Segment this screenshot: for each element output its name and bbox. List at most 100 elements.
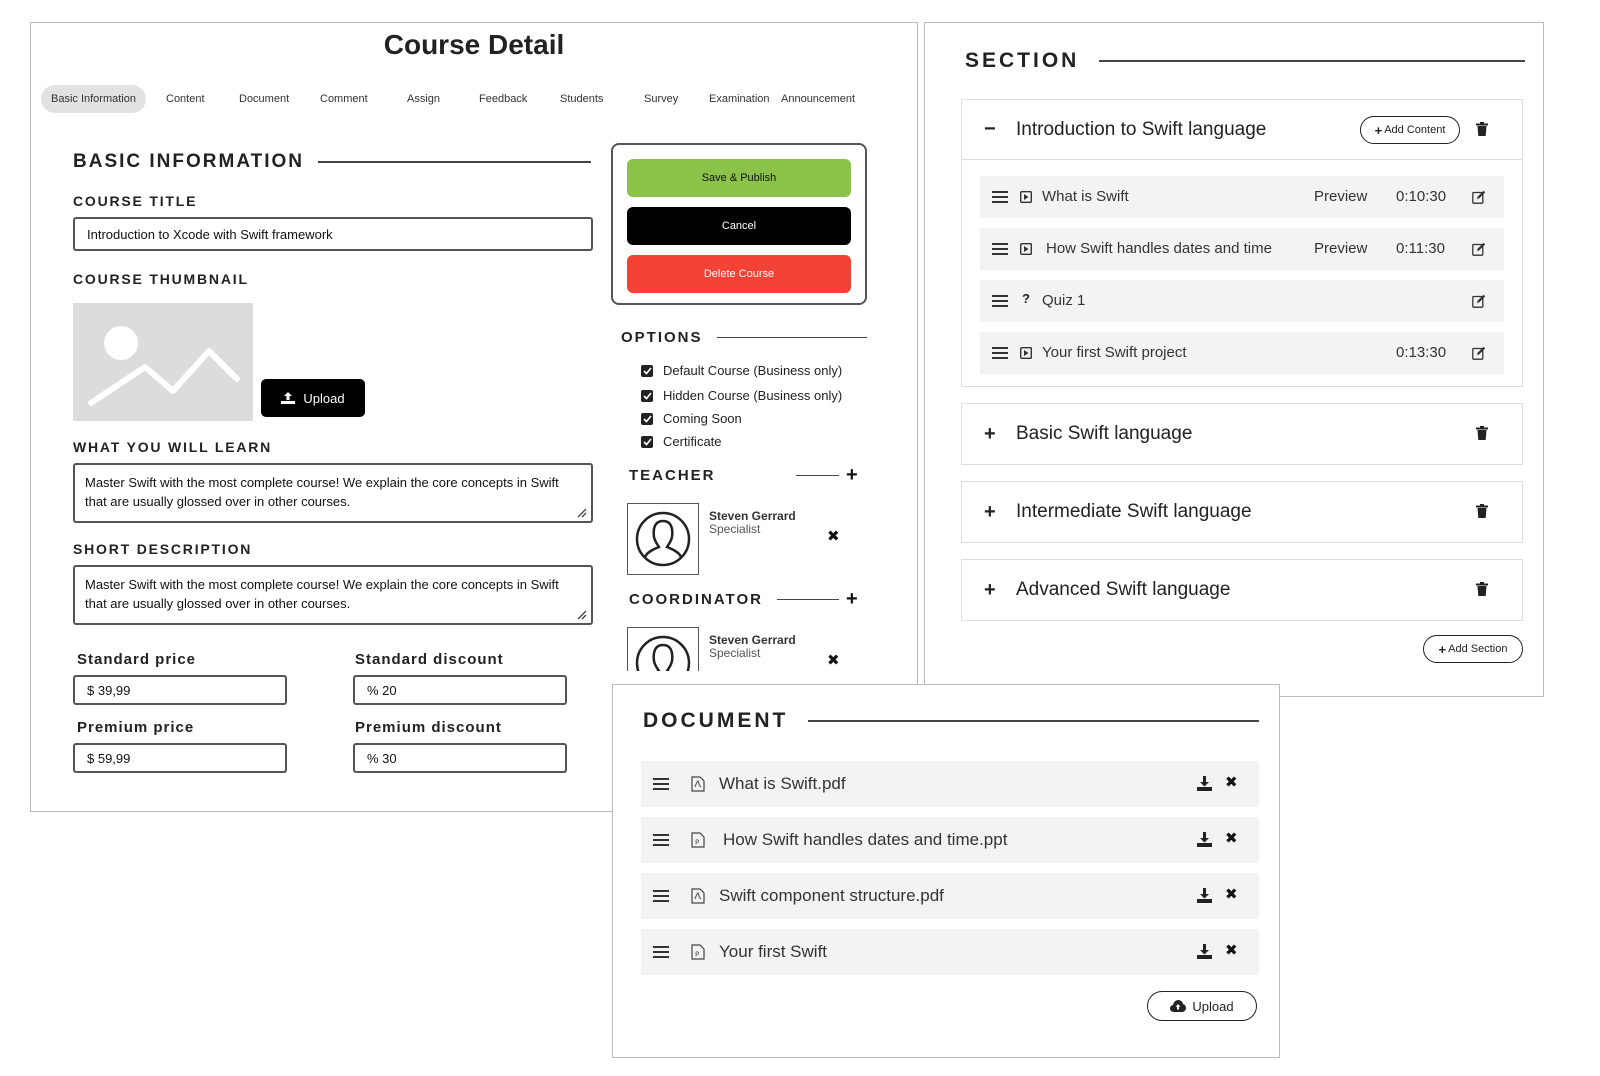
drag-handle-icon[interactable] (653, 946, 669, 958)
premium-discount-label: Premium discount (355, 719, 502, 736)
collapse-minus-icon[interactable]: − (984, 118, 1004, 141)
drag-handle-icon[interactable] (992, 295, 1008, 307)
premium-price-input[interactable] (73, 743, 287, 773)
section-header[interactable]: + Advanced Swift language (962, 560, 1522, 620)
remove-teacher-close-icon[interactable]: ✖ (827, 527, 840, 545)
coordinator-role: Specialist (709, 646, 761, 660)
add-section-button[interactable]: + Add Section (1423, 635, 1523, 663)
edit-icon[interactable] (1472, 294, 1486, 308)
section-card-collapsed: + Intermediate Swift language (961, 481, 1523, 543)
drag-handle-icon[interactable] (653, 834, 669, 846)
standard-discount-input[interactable] (353, 675, 567, 705)
remove-document-close-icon[interactable]: ✖ (1225, 885, 1238, 903)
short-description-textarea[interactable]: Master Swift with the most complete cour… (73, 565, 593, 625)
lesson-preview-link[interactable]: Preview (1314, 240, 1367, 257)
what-you-will-learn-textarea[interactable]: Master Swift with the most complete cour… (73, 463, 593, 523)
lesson-row[interactable]: How Swift handles dates and time Preview… (980, 228, 1504, 270)
tab-survey[interactable]: Survey (644, 85, 678, 113)
resize-grip-icon[interactable] (577, 508, 587, 518)
thumbnail-upload-button[interactable]: Upload (261, 379, 365, 417)
remove-coordinator-close-icon[interactable]: ✖ (827, 651, 840, 669)
trash-icon[interactable] (1476, 426, 1488, 440)
course-title-input[interactable] (73, 217, 593, 251)
add-content-button[interactable]: + Add Content (1360, 116, 1460, 144)
heading-divider (1099, 60, 1525, 62)
save-publish-button[interactable]: Save & Publish (627, 159, 851, 197)
upload-button-label: Upload (1192, 998, 1234, 1014)
standard-price-input[interactable] (73, 675, 287, 705)
edit-icon[interactable] (1472, 242, 1486, 256)
download-icon[interactable] (1197, 776, 1212, 791)
remove-document-close-icon[interactable]: ✖ (1225, 941, 1238, 959)
delete-course-button[interactable]: Delete Course (627, 255, 851, 293)
checkbox-checked-icon[interactable] (641, 412, 653, 425)
tab-comment[interactable]: Comment (320, 85, 368, 113)
document-name: Your first Swift (719, 942, 828, 961)
section-header[interactable]: + Basic Swift language (962, 404, 1522, 464)
trash-icon[interactable] (1476, 122, 1488, 136)
tab-content[interactable]: Content (166, 85, 205, 113)
add-coordinator-plus-icon[interactable]: + (846, 589, 858, 609)
tab-assign[interactable]: Assign (407, 85, 440, 113)
drag-handle-icon[interactable] (992, 347, 1008, 359)
heading-divider (808, 720, 1259, 722)
tab-bar: Basic Information Content Document Comme… (41, 85, 901, 115)
option-label: Coming Soon (663, 411, 742, 426)
download-icon[interactable] (1197, 832, 1212, 847)
download-icon[interactable] (1197, 944, 1212, 959)
drag-handle-icon[interactable] (992, 243, 1008, 255)
heading-divider (716, 336, 867, 339)
lesson-preview-link[interactable]: Preview (1314, 188, 1367, 205)
tab-examination[interactable]: Examination (709, 85, 770, 113)
document-upload-button[interactable]: Upload (1147, 991, 1257, 1021)
lesson-row[interactable]: ? Quiz 1 (980, 280, 1504, 322)
coordinator-name: Steven Gerrard (709, 633, 796, 647)
tab-students[interactable]: Students (560, 85, 603, 113)
expand-plus-icon[interactable]: + (984, 423, 1004, 446)
edit-icon[interactable] (1472, 346, 1486, 360)
add-teacher-plus-icon[interactable]: + (846, 465, 858, 485)
premium-discount-input[interactable] (353, 743, 567, 773)
tab-feedback[interactable]: Feedback (479, 85, 527, 113)
coordinator-heading-text: COORDINATOR (629, 591, 763, 608)
trash-icon[interactable] (1476, 504, 1488, 518)
teacher-name: Steven Gerrard (709, 509, 796, 523)
drag-handle-icon[interactable] (992, 191, 1008, 203)
section-header[interactable]: + Intermediate Swift language (962, 482, 1522, 542)
drag-handle-icon[interactable] (653, 778, 669, 790)
option-label: Certificate (663, 434, 722, 449)
section-heading-text: SECTION (965, 49, 1080, 72)
lesson-row[interactable]: Your first Swift project 0:13:30 (980, 332, 1504, 374)
expand-plus-icon[interactable]: + (984, 501, 1004, 524)
tab-document[interactable]: Document (239, 85, 289, 113)
remove-document-close-icon[interactable]: ✖ (1225, 829, 1238, 847)
heading-divider (318, 161, 591, 163)
tab-basic-information[interactable]: Basic Information (41, 85, 146, 113)
checkbox-checked-icon[interactable] (641, 435, 653, 448)
checkbox-checked-icon[interactable] (641, 364, 653, 377)
document-row[interactable]: P How Swift handles dates and time.ppt ✖ (641, 817, 1259, 863)
cancel-button[interactable]: Cancel (627, 207, 851, 245)
option-hidden-course[interactable]: Hidden Course (Business only) (641, 388, 842, 403)
resize-grip-icon[interactable] (577, 610, 587, 620)
option-label: Default Course (Business only) (663, 363, 843, 378)
checkbox-checked-icon[interactable] (641, 389, 653, 402)
document-row[interactable]: What is Swift.pdf ✖ (641, 761, 1259, 807)
course-actions-box: Save & Publish Cancel Delete Course (611, 143, 867, 305)
lesson-duration: 0:11:30 (1396, 240, 1445, 257)
document-row[interactable]: Swift component structure.pdf ✖ (641, 873, 1259, 919)
option-certificate[interactable]: Certificate (641, 434, 722, 449)
document-row[interactable]: P Your first Swift ✖ (641, 929, 1259, 975)
expand-plus-icon[interactable]: + (984, 579, 1004, 602)
remove-document-close-icon[interactable]: ✖ (1225, 773, 1238, 791)
trash-icon[interactable] (1476, 582, 1488, 596)
coordinator-avatar (627, 627, 699, 671)
option-default-course[interactable]: Default Course (Business only) (641, 363, 842, 378)
course-thumbnail-label: COURSE THUMBNAIL (73, 271, 249, 287)
tab-announcement[interactable]: Announcement (781, 85, 855, 113)
edit-icon[interactable] (1472, 190, 1486, 204)
download-icon[interactable] (1197, 888, 1212, 903)
lesson-row[interactable]: What is Swift Preview 0:10:30 (980, 176, 1504, 218)
option-coming-soon[interactable]: Coming Soon (641, 411, 742, 426)
drag-handle-icon[interactable] (653, 890, 669, 902)
